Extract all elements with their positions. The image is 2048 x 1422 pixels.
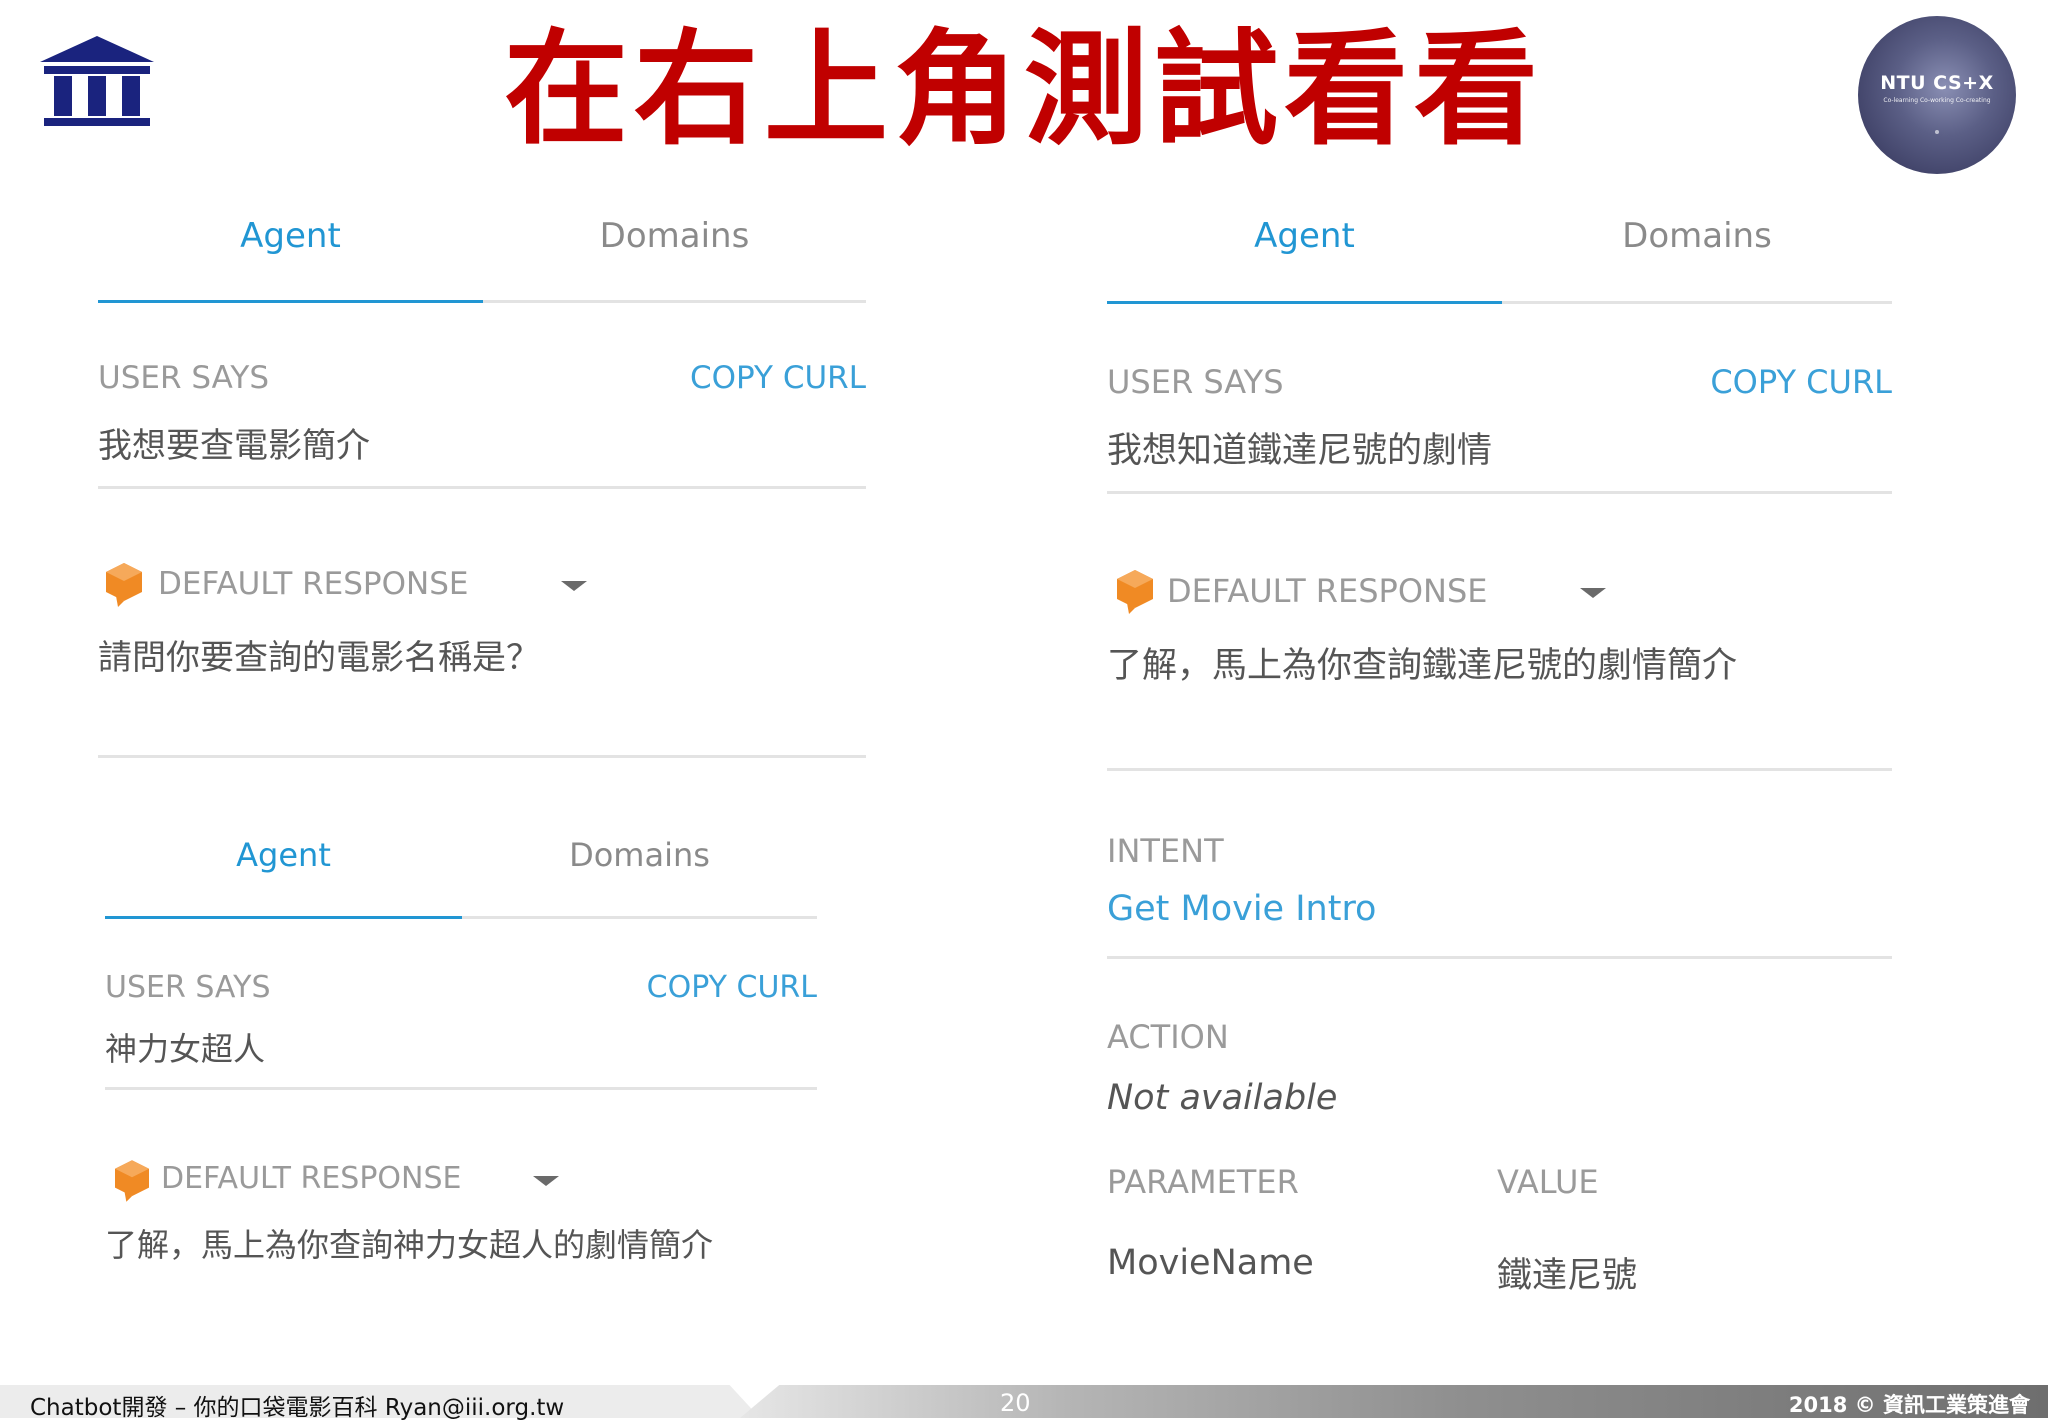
panel-bottom-left: Agent Domains USER SAYS COPY CURL 神力女超人 …	[105, 820, 817, 1270]
chevron-down-icon[interactable]	[533, 1176, 559, 1186]
user-says-label: USER SAYS	[105, 970, 271, 1005]
badge-title: NTU CS+X	[1880, 72, 1994, 94]
value-header: VALUE	[1497, 1163, 1599, 1201]
badge-dot	[1935, 130, 1939, 134]
response-icon	[1117, 570, 1153, 614]
user-says-label: USER SAYS	[1107, 363, 1284, 401]
user-says-value[interactable]: 我想要查電影簡介	[98, 418, 370, 467]
footer-right-text: 2018 © 資訊工業策進會	[1788, 1393, 2030, 1417]
action-value: Not available	[1107, 1078, 1338, 1118]
copy-curl-button[interactable]: COPY CURL	[1710, 363, 1892, 401]
tab-active-indicator	[105, 916, 462, 919]
default-response-label: DEFAULT RESPONSE	[158, 566, 469, 602]
parameter-header: PARAMETER	[1107, 1163, 1299, 1201]
user-says-value[interactable]: 神力女超人	[105, 1024, 265, 1070]
field-divider	[1107, 491, 1892, 494]
badge-subtitle: Co-learning Co-working Co-creating	[1883, 97, 1991, 104]
section-divider	[98, 755, 866, 758]
tab-domains[interactable]: Domains	[462, 836, 817, 874]
footer-left-text: Chatbot開發 – 你的口袋電影百科 Ryan@iii.org.tw	[30, 1395, 565, 1421]
panel-top-left: Agent Domains USER SAYS COPY CURL 我想要查電影…	[98, 200, 866, 760]
copy-curl-button[interactable]: COPY CURL	[690, 360, 866, 396]
default-response-label: DEFAULT RESPONSE	[161, 1161, 462, 1196]
tab-agent[interactable]: Agent	[98, 216, 483, 256]
tab-domains[interactable]: Domains	[1502, 216, 1892, 256]
field-divider	[98, 486, 866, 489]
default-response-text[interactable]: 了解，馬上為你查詢神力女超人的劇情簡介	[105, 1220, 713, 1266]
tab-agent[interactable]: Agent	[1107, 216, 1502, 256]
parameter-name: MovieName	[1107, 1243, 1314, 1283]
intent-divider	[1107, 956, 1892, 959]
response-icon	[106, 563, 142, 607]
chevron-down-icon[interactable]	[1580, 588, 1606, 598]
intent-link[interactable]: Get Movie Intro	[1107, 889, 1376, 929]
tab-active-indicator	[1107, 301, 1502, 304]
user-says-value[interactable]: 我想知道鐵達尼號的劇情	[1107, 422, 1492, 473]
slide-footer: Chatbot開發 – 你的口袋電影百科 Ryan@iii.org.tw 20 …	[0, 1385, 2048, 1421]
tab-domains[interactable]: Domains	[483, 216, 866, 256]
tab-agent[interactable]: Agent	[105, 836, 462, 874]
panel-right: Agent Domains USER SAYS COPY CURL 我想知道鐵達…	[1107, 200, 1892, 1300]
default-response-text[interactable]: 了解，馬上為你查詢鐵達尼號的劇情簡介	[1107, 637, 1737, 688]
chevron-down-icon[interactable]	[561, 581, 587, 591]
response-icon	[115, 1160, 149, 1202]
default-response-label: DEFAULT RESPONSE	[1167, 572, 1488, 610]
section-divider	[1107, 768, 1892, 771]
user-says-label: USER SAYS	[98, 360, 270, 396]
parameter-value: 鐵達尼號	[1497, 1256, 1638, 1296]
tab-active-indicator	[98, 300, 483, 303]
action-label: ACTION	[1107, 1018, 1229, 1056]
copy-curl-button[interactable]: COPY CURL	[647, 970, 817, 1005]
ntu-csx-badge: NTU CS+X Co-learning Co-working Co-creat…	[1858, 16, 2016, 174]
page-number: 20	[1000, 1389, 1031, 1417]
default-response-text[interactable]: 請問你要查詢的電影名稱是？	[98, 630, 540, 679]
institute-logo-icon	[40, 36, 154, 126]
intent-label: INTENT	[1107, 832, 1224, 870]
field-divider	[105, 1087, 817, 1090]
slide-title: 在右上角測試看看	[503, 18, 1544, 162]
